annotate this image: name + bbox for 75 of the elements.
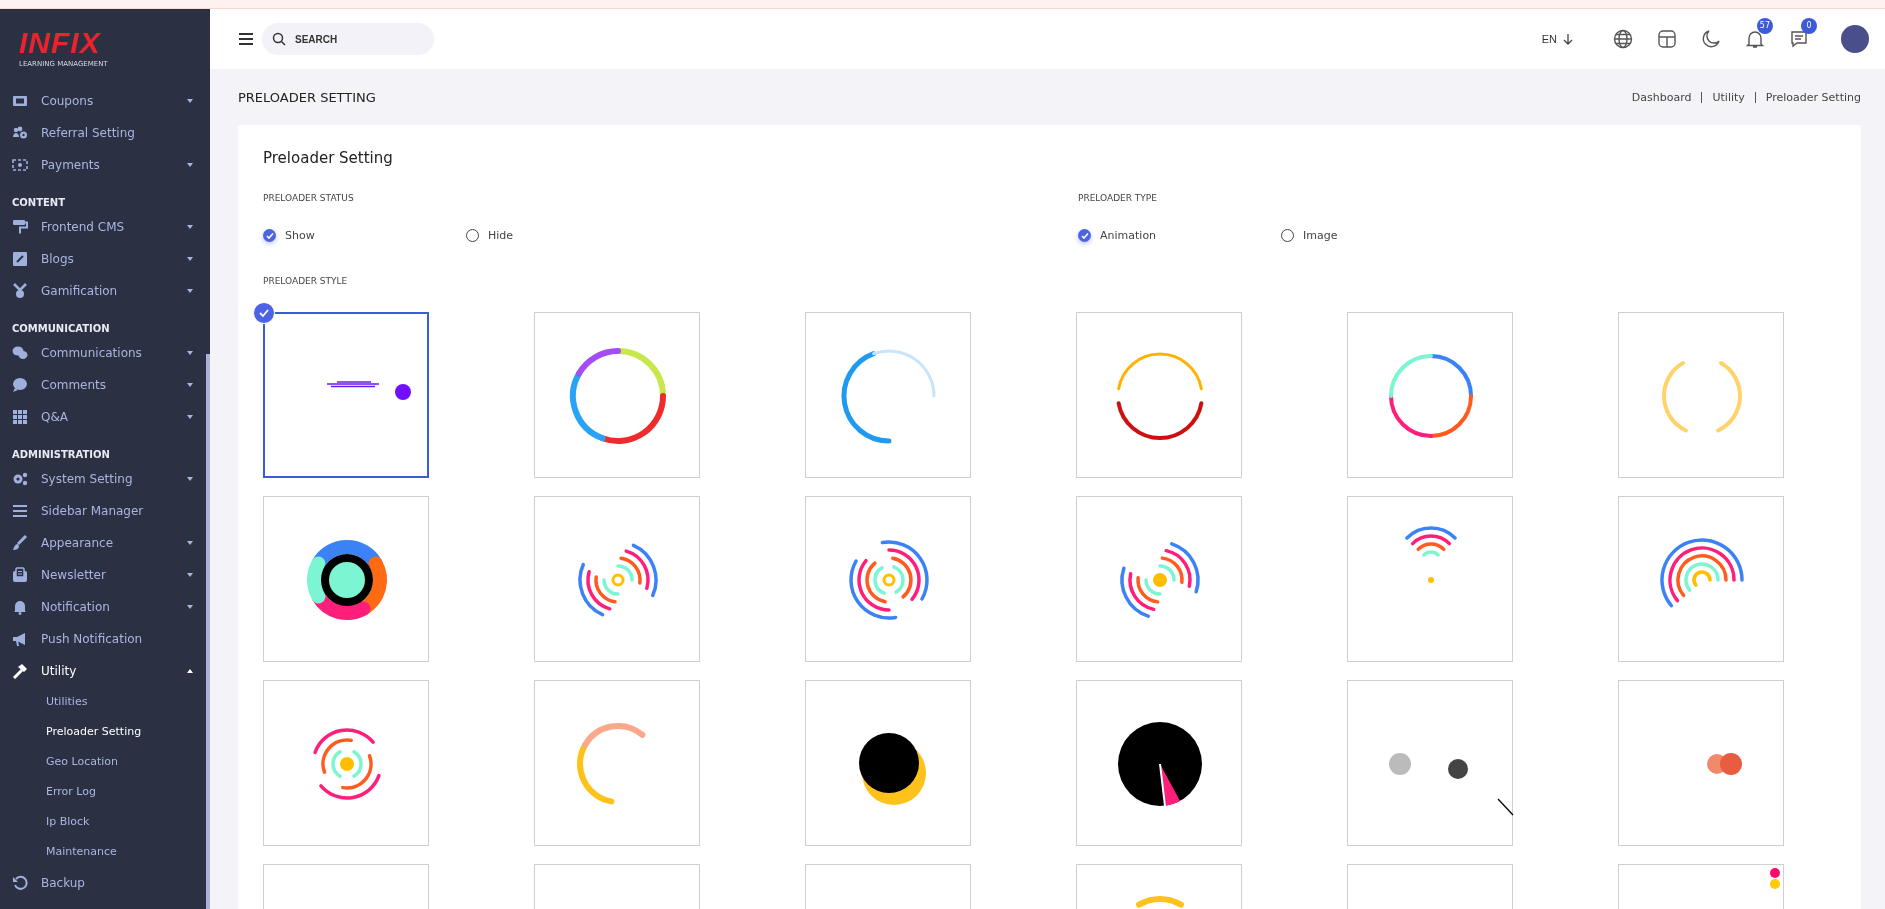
breadcrumb-link[interactable]: Dashboard bbox=[1631, 90, 1692, 104]
breadcrumb-link[interactable]: Utility bbox=[1712, 90, 1745, 104]
sidebar-subitem[interactable]: Preloader Setting bbox=[0, 717, 210, 747]
spinner-drawing bbox=[1770, 868, 1780, 889]
breadcrumb-link[interactable]: Preloader Setting bbox=[1765, 90, 1861, 104]
sidebar-item[interactable]: Communications bbox=[0, 337, 210, 369]
brush-icon bbox=[12, 535, 28, 551]
people-gear-icon bbox=[12, 125, 28, 141]
sidebar-item[interactable]: Referral Setting bbox=[0, 117, 210, 149]
ticket-icon bbox=[12, 93, 28, 109]
notification-count: 57 bbox=[1756, 18, 1773, 34]
hammer-icon bbox=[12, 663, 28, 679]
sidebar-item[interactable]: Gamification bbox=[0, 275, 210, 307]
pencil-icon bbox=[12, 251, 28, 267]
banknote-icon bbox=[12, 157, 28, 173]
menu-icon[interactable] bbox=[238, 32, 254, 46]
radio-button[interactable] bbox=[263, 229, 276, 242]
grid-icon bbox=[12, 409, 28, 425]
sidebar-item[interactable]: System Setting bbox=[0, 463, 210, 495]
logo-wordmark: INFIX bbox=[19, 29, 102, 57]
language-selector[interactable]: EN bbox=[1541, 33, 1573, 45]
spinner-drawing bbox=[1136, 896, 1184, 908]
envelope-icon bbox=[12, 567, 28, 583]
section-heading: COMMUNICATION bbox=[11, 322, 111, 336]
medal-icon bbox=[12, 283, 28, 299]
spinner-drawing bbox=[1707, 753, 1742, 775]
sidebar-item[interactable]: Newsletter bbox=[0, 559, 210, 591]
check-icon bbox=[253, 302, 275, 324]
field-label: PRELOADER STYLE bbox=[263, 276, 349, 286]
sidebar-subitem[interactable]: Geo Location bbox=[0, 747, 210, 777]
sidebar-item[interactable]: Push Notification bbox=[0, 623, 210, 655]
speech-bubble-icon bbox=[12, 377, 28, 393]
spinner-drawing bbox=[859, 733, 926, 805]
sidebar-item[interactable]: Backup bbox=[0, 867, 210, 899]
bell-icon bbox=[12, 599, 28, 615]
paint-roller-icon bbox=[12, 219, 28, 235]
gears-icon bbox=[12, 471, 28, 487]
spinner-drawing bbox=[313, 728, 381, 800]
field-label: PRELOADER TYPE bbox=[1078, 193, 1158, 203]
sidebar-subitem[interactable]: Ip Block bbox=[0, 807, 210, 837]
radio-button[interactable] bbox=[1078, 229, 1091, 242]
sidebar-item[interactable]: Q&A bbox=[0, 401, 210, 433]
menu-icon bbox=[12, 503, 28, 519]
radio-option[interactable]: Animation bbox=[1078, 229, 1281, 242]
sidebar-subitem[interactable]: Maintenance bbox=[0, 837, 210, 867]
megaphone-icon bbox=[12, 631, 28, 647]
sidebar-item[interactable]: Payments bbox=[0, 149, 210, 181]
sidebar-item[interactable]: Appearance bbox=[0, 527, 210, 559]
sidebar-item[interactable]: Blogs bbox=[0, 243, 210, 275]
spinner-drawing bbox=[1405, 526, 1457, 583]
sidebar-item[interactable]: Notification bbox=[0, 591, 210, 623]
sidebar-subitem[interactable]: Error Log bbox=[0, 777, 210, 807]
radio-option[interactable]: Show bbox=[263, 229, 466, 242]
sidebar-item[interactable]: Frontend CMS bbox=[0, 211, 210, 243]
search-icon bbox=[272, 32, 286, 46]
search-field[interactable]: SEARCH bbox=[293, 32, 417, 46]
section-heading: CONTENT bbox=[11, 196, 67, 210]
sidebar-item[interactable]: Coupons bbox=[0, 85, 210, 117]
undo-icon bbox=[12, 875, 28, 891]
radio-option[interactable]: Hide bbox=[466, 229, 669, 242]
avatar[interactable] bbox=[1841, 25, 1869, 53]
sidebar-item[interactable]: Sidebar Manager bbox=[0, 495, 210, 527]
page-title: PRELOADER SETTING bbox=[238, 89, 376, 105]
card-title: Preloader Setting bbox=[263, 149, 394, 167]
section-heading: ADMINISTRATION bbox=[11, 448, 111, 462]
radio-option[interactable]: Image bbox=[1281, 229, 1484, 242]
arrow-down-icon bbox=[1563, 33, 1573, 45]
message-count: 0 bbox=[1801, 18, 1817, 34]
field-label: PRELOADER STATUS bbox=[263, 193, 355, 203]
search-bar[interactable]: SEARCH bbox=[262, 23, 434, 55]
sidebar-subitem[interactable]: Utilities bbox=[0, 687, 210, 717]
speech-bubbles-icon bbox=[12, 345, 28, 361]
sidebar-item[interactable]: Comments bbox=[0, 369, 210, 401]
scrollbar[interactable] bbox=[206, 354, 210, 909]
sidebar-item[interactable]: Utility bbox=[0, 655, 210, 687]
